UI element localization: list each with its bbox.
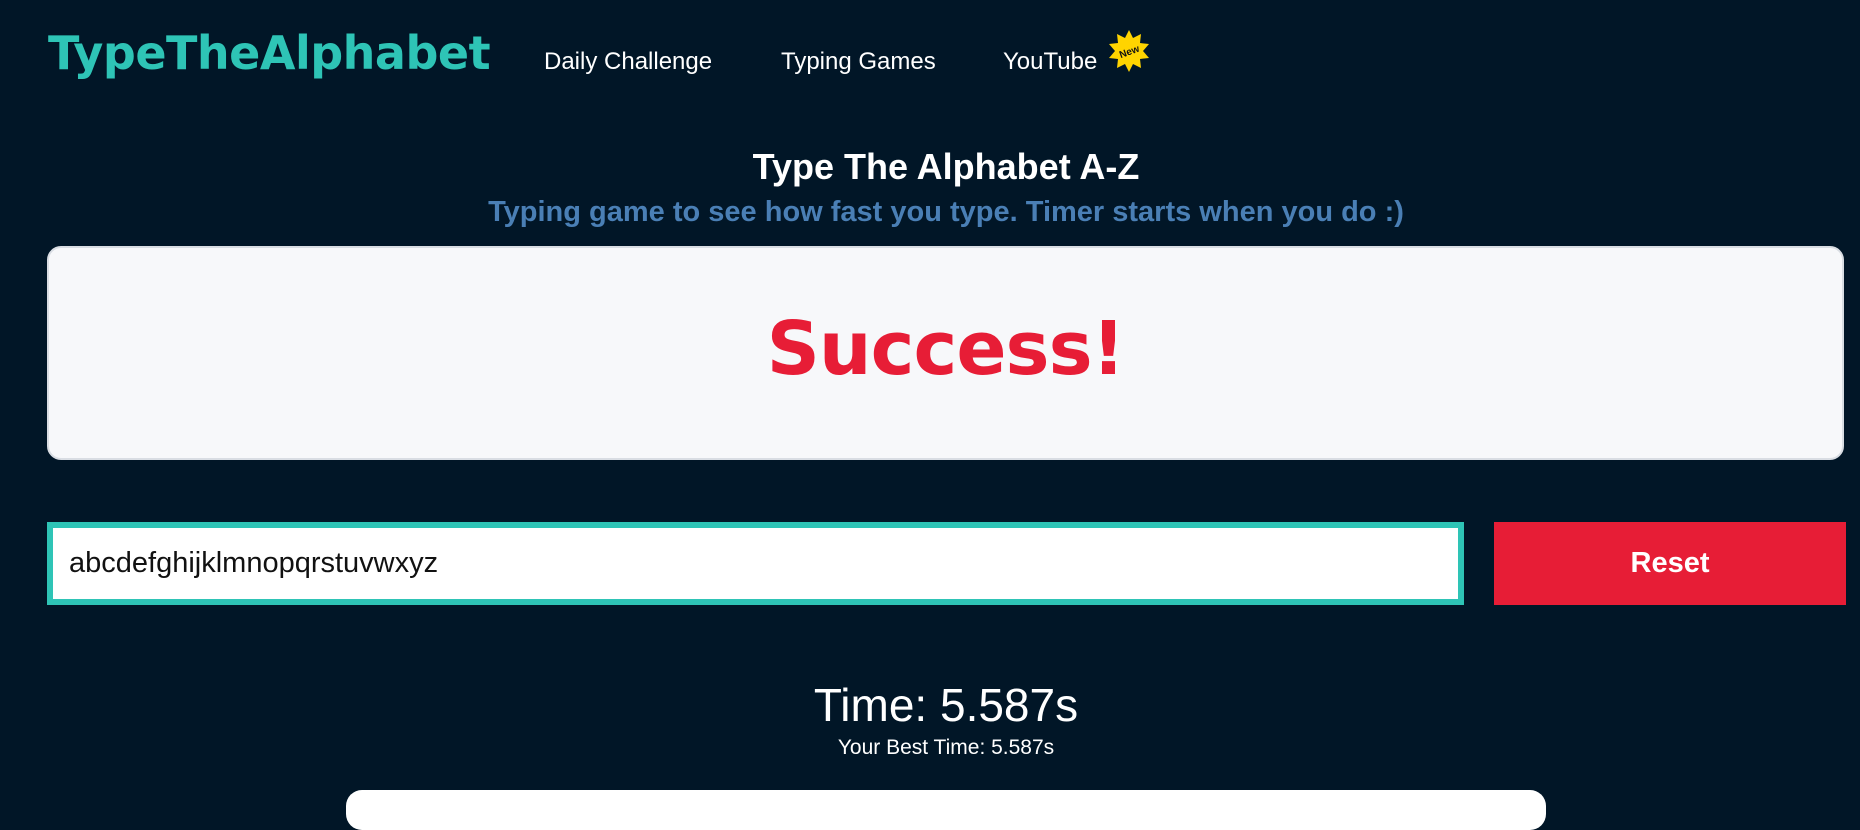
page-subtitle: Typing game to see how fast you type. Ti… (488, 196, 1404, 228)
page-title: Type The Alphabet A-Z (752, 146, 1140, 187)
reset-button[interactable]: Reset (1494, 522, 1846, 605)
new-badge-icon: New (1109, 30, 1149, 72)
site-logo[interactable]: TypeTheAlphabet (48, 26, 491, 80)
nav-daily-challenge[interactable]: Daily Challenge (544, 48, 712, 76)
alphabet-display: Success! (47, 246, 1844, 460)
time-display: Time: 5.587s (813, 679, 1079, 731)
typing-input[interactable] (47, 522, 1464, 605)
nav-youtube[interactable]: YouTube (1003, 48, 1097, 76)
success-message: Success! (766, 306, 1126, 392)
best-time-display: Your Best Time: 5.587s (837, 736, 1055, 759)
leaderboard-card (346, 790, 1546, 830)
nav-typing-games[interactable]: Typing Games (781, 48, 936, 76)
